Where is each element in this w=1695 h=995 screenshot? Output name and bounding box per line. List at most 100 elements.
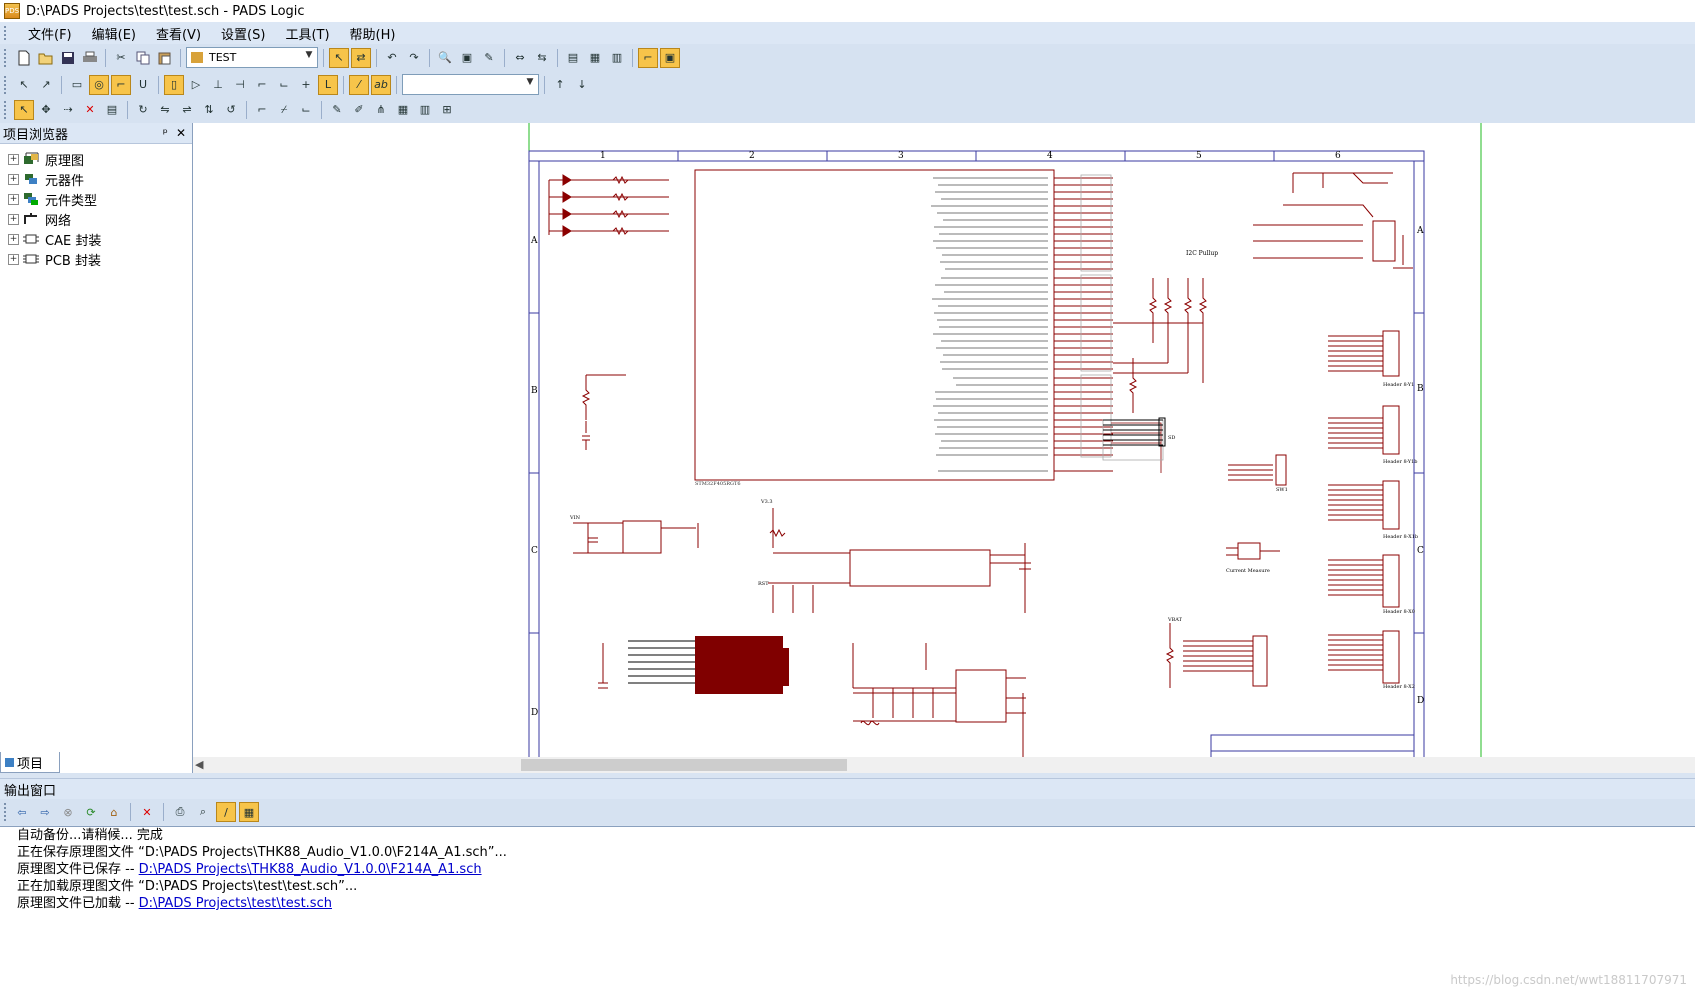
print-icon[interactable]: ⎙: [170, 802, 190, 822]
menu-view[interactable]: 查看(V): [146, 24, 211, 43]
power-icon[interactable]: ⊥: [208, 75, 228, 95]
tree-item-schematic[interactable]: + 原理图: [8, 149, 101, 169]
renumber-icon[interactable]: ↺: [221, 100, 241, 120]
tree-item-nets[interactable]: + 网络: [8, 209, 101, 229]
menu-tools[interactable]: 工具(T): [275, 24, 339, 43]
print-icon[interactable]: [80, 48, 100, 68]
chevron-down-icon[interactable]: ▼: [303, 50, 315, 63]
panel-header: 项目浏览器 ᵖ ✕: [0, 123, 192, 144]
arrow-up-icon[interactable]: ↑: [550, 75, 570, 95]
rotate-icon[interactable]: ↻: [133, 100, 153, 120]
forward-icon[interactable]: ⇨: [35, 802, 55, 822]
stop-icon[interactable]: ⊗: [58, 802, 78, 822]
add-connection-icon[interactable]: ⌐: [111, 74, 131, 95]
properties-icon[interactable]: ▤: [102, 100, 122, 120]
find-icon[interactable]: ⌕: [193, 802, 213, 822]
drag-icon[interactable]: ⇢: [58, 100, 78, 120]
tree-item-parts[interactable]: + 元器件: [8, 169, 101, 189]
horizontal-scrollbar[interactable]: ◀: [193, 757, 1695, 773]
tab-project[interactable]: 项目: [0, 752, 60, 773]
chevron-down-icon[interactable]: ▼: [524, 77, 536, 90]
select-net-icon[interactable]: ↗: [36, 75, 56, 95]
wire-icon[interactable]: ⌙: [274, 75, 294, 95]
annotate-icon[interactable]: ⊞: [437, 100, 457, 120]
menu-edit[interactable]: 编辑(E): [82, 24, 146, 43]
ground-icon[interactable]: ⊣: [230, 75, 250, 95]
label-icon[interactable]: L: [318, 74, 338, 95]
home-icon[interactable]: ⌂: [104, 802, 124, 822]
arrow-down-icon[interactable]: ↓: [572, 75, 592, 95]
eco-icon[interactable]: ⇆: [532, 48, 552, 68]
save-icon[interactable]: [58, 48, 78, 68]
field-icon[interactable]: ▦: [393, 100, 413, 120]
zoom-board-icon[interactable]: ▣: [457, 48, 477, 68]
menu-file[interactable]: 文件(F): [18, 24, 82, 43]
expand-icon[interactable]: +: [8, 173, 19, 185]
pointer-icon[interactable]: ↖: [14, 99, 34, 120]
cut-icon[interactable]: ✂: [111, 48, 131, 68]
select-icon[interactable]: ↖: [14, 75, 34, 95]
schematic-edit-icon[interactable]: ⌐: [638, 47, 658, 68]
add-part-icon[interactable]: ▭: [67, 75, 87, 95]
pin-icon[interactable]: ⌐: [252, 75, 272, 95]
edit-line-icon[interactable]: ✐: [349, 100, 369, 120]
pin-icon[interactable]: ᵖ: [163, 126, 168, 140]
new-icon[interactable]: [14, 48, 34, 68]
junction-icon[interactable]: +: [296, 75, 316, 95]
zoom-icon[interactable]: 🔍: [435, 48, 455, 68]
add-gate-icon[interactable]: ▯: [164, 74, 184, 95]
copy-icon[interactable]: [133, 48, 153, 68]
sheet-select[interactable]: TEST ▼: [186, 47, 318, 68]
refresh-icon[interactable]: ⟳: [81, 802, 101, 822]
expand-icon[interactable]: +: [8, 253, 19, 265]
swap-icon[interactable]: ⇅: [199, 100, 219, 120]
flip-icon[interactable]: ⇋: [155, 100, 175, 120]
split-icon[interactable]: ⌿: [274, 100, 294, 120]
add-bus-icon[interactable]: U: [133, 75, 153, 95]
part-edit-icon[interactable]: ◎: [89, 74, 109, 95]
library-icon[interactable]: ▥: [607, 48, 627, 68]
expand-icon[interactable]: +: [8, 233, 19, 245]
schematic-canvas[interactable]: 1 2 3 4 5 6 A B C D A B C D STM32F405RGT…: [193, 123, 1695, 760]
select-filter-icon[interactable]: ↖: [329, 47, 349, 68]
draft-line-icon[interactable]: ⁄: [349, 74, 369, 95]
log-file-link[interactable]: D:\PADS Projects\test\test.sch: [139, 896, 332, 911]
scroll-thumb[interactable]: [521, 759, 847, 771]
window-icon[interactable]: ▣: [660, 47, 680, 68]
menu-help[interactable]: 帮助(H): [340, 24, 406, 43]
expand-icon[interactable]: +: [8, 213, 19, 225]
check-icon[interactable]: ▥: [415, 100, 435, 120]
delete-icon[interactable]: ✕: [80, 100, 100, 120]
tree-item-part-types[interactable]: + 元件类型: [8, 189, 101, 209]
text-icon[interactable]: ab: [371, 74, 391, 95]
mirror-icon[interactable]: ⇌: [177, 100, 197, 120]
scroll-left-icon[interactable]: ◀: [195, 758, 203, 771]
pads-layout-icon[interactable]: ▤: [563, 48, 583, 68]
toggle-mode-icon[interactable]: ⇄: [351, 47, 371, 68]
clear-icon[interactable]: ✕: [137, 802, 157, 822]
tree-item-cae-decals[interactable]: + CAE 封装: [8, 229, 101, 249]
redraw-icon[interactable]: ✎: [479, 48, 499, 68]
paste-icon[interactable]: [155, 48, 175, 68]
router-icon[interactable]: ▦: [585, 48, 605, 68]
redo-icon[interactable]: ↷: [404, 48, 424, 68]
pen-icon[interactable]: ✎: [327, 100, 347, 120]
tree-item-pcb-decals[interactable]: + PCB 封装: [8, 249, 101, 269]
undo-icon[interactable]: ↶: [382, 48, 402, 68]
add-miter-icon[interactable]: ⌙: [296, 100, 316, 120]
expand-icon[interactable]: +: [8, 153, 19, 165]
add-corner-icon[interactable]: ⌐: [252, 100, 272, 120]
table-icon[interactable]: ▦: [239, 802, 259, 822]
attribute-icon[interactable]: ⋔: [371, 100, 391, 120]
log-file-link[interactable]: D:\PADS Projects\THK88_Audio_V1.0.0\F214…: [139, 862, 482, 877]
close-icon[interactable]: ✕: [176, 126, 186, 140]
pcb-link-icon[interactable]: ⇔: [510, 48, 530, 68]
open-icon[interactable]: [36, 48, 56, 68]
menu-setup[interactable]: 设置(S): [211, 24, 275, 43]
highlight-icon[interactable]: /: [216, 802, 236, 822]
expand-icon[interactable]: +: [8, 193, 19, 205]
back-icon[interactable]: ⇦: [12, 802, 32, 822]
move-icon[interactable]: ✥: [36, 100, 56, 120]
net-select[interactable]: ▼: [402, 74, 539, 95]
off-page-icon[interactable]: ▷: [186, 75, 206, 95]
